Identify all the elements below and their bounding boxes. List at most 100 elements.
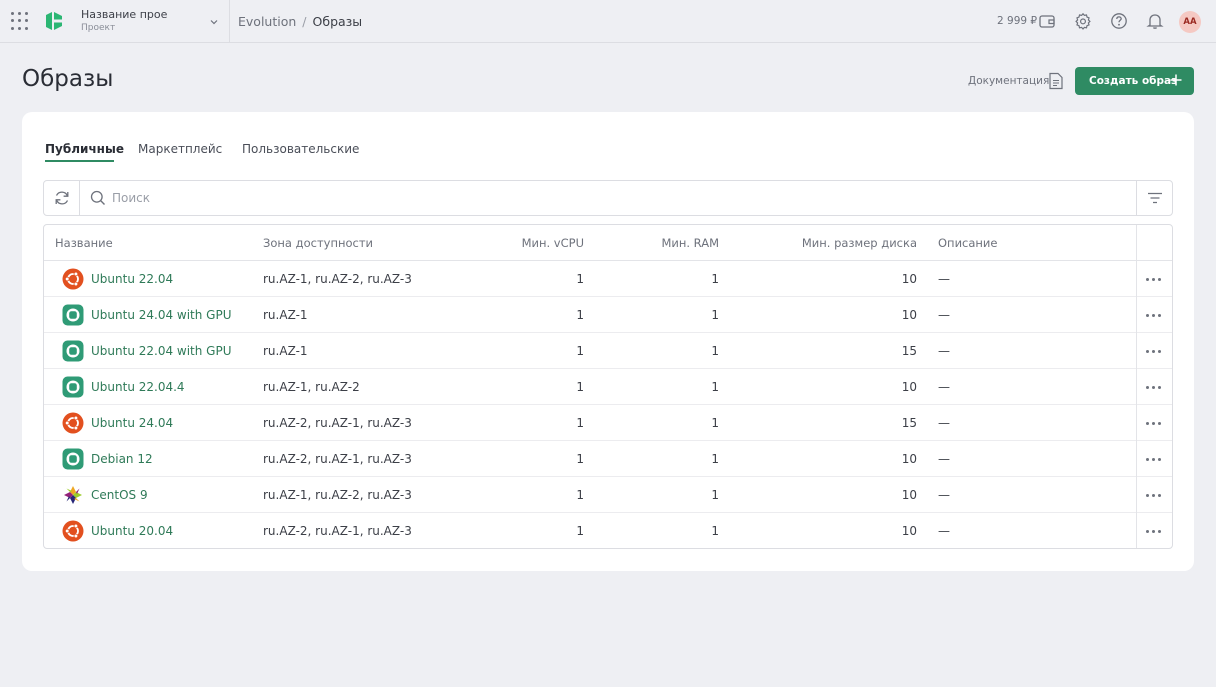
wallet-icon[interactable] [1038,12,1056,30]
table-row[interactable]: CentOS 9 ru.AZ-1, ru.AZ-2, ru.AZ-3 1 1 10 — [44,477,1172,513]
availability-zone: ru.AZ-2, ru.AZ-1, ru.AZ-3 [263,524,412,538]
apps-grid-icon[interactable] [8,10,30,32]
image-name-link[interactable]: Ubuntu 22.04 [91,272,173,286]
min-vcpu: 1 [576,308,584,322]
documentation-link[interactable]: Документация [968,75,1049,87]
image-name-link[interactable]: Ubuntu 20.04 [91,524,173,538]
help-icon[interactable] [1110,12,1128,30]
breadcrumb: Evolution / Образы [238,14,362,29]
table-header: Название Зона доступности Мин. vCPU Мин.… [44,225,1172,261]
image-name-link[interactable]: Debian 12 [91,452,153,466]
column-header-vcpu[interactable]: Мин. vCPU [522,236,584,250]
availability-zone: ru.AZ-2, ru.AZ-1, ru.AZ-3 [263,452,412,466]
description: — [938,488,950,502]
logo-icon[interactable] [43,10,65,32]
document-icon[interactable] [1048,72,1064,90]
min-disk: 10 [901,524,917,538]
description: — [938,452,950,466]
min-ram: 1 [711,272,719,286]
project-selector[interactable]: Название прое Проект [73,0,230,42]
create-image-label: Создать образ [1089,75,1178,87]
column-header-zone[interactable]: Зона доступности [263,236,373,250]
gear-icon[interactable] [1074,12,1092,30]
chevron-down-icon [210,20,218,25]
column-header-description[interactable]: Описание [938,236,997,250]
breadcrumb-current: Образы [312,14,363,29]
table-row[interactable]: Ubuntu 24.04 ru.AZ-2, ru.AZ-1, ru.AZ-3 1 1 1… [44,405,1172,441]
ubuntu-icon [62,268,84,290]
min-disk: 10 [901,380,917,394]
description: — [938,380,950,394]
active-tab-indicator [45,160,114,162]
table-row[interactable]: Ubuntu 20.04 ru.AZ-2, ru.AZ-1, ru.AZ-3 1 1 1… [44,513,1172,548]
availability-zone: ru.AZ-1, ru.AZ-2 [263,380,360,394]
balance-amount[interactable]: 2 999 ₽ [997,15,1037,27]
min-vcpu: 1 [576,488,584,502]
min-ram: 1 [711,380,719,394]
bell-icon[interactable] [1146,12,1164,30]
image-name-link[interactable]: CentOS 9 [91,488,148,502]
refresh-icon [55,191,69,205]
min-vcpu: 1 [576,344,584,358]
image-name-link[interactable]: Ubuntu 24.04 with GPU [91,308,232,322]
generic-os-icon [62,304,84,326]
table-row[interactable]: Debian 12 ru.AZ-2, ru.AZ-1, ru.AZ-3 1 1 10 — [44,441,1172,477]
column-header-name[interactable]: Название [55,236,113,250]
table-row[interactable]: Ubuntu 22.04 ru.AZ-1, ru.AZ-2, ru.AZ-3 1 1 1… [44,261,1172,297]
table-row[interactable]: Ubuntu 24.04 with GPU ru.AZ-1 1 1 10 — [44,297,1172,333]
generic-os-icon [62,376,84,398]
project-name: Название прое [81,8,168,21]
description: — [938,524,950,538]
min-ram: 1 [711,452,719,466]
min-disk: 10 [901,488,917,502]
tab-custom[interactable]: Пользовательские [242,142,359,156]
breadcrumb-separator: / [302,14,307,29]
min-vcpu: 1 [576,380,584,394]
availability-zone: ru.AZ-1 [263,308,308,322]
avatar[interactable]: АА [1179,11,1201,33]
availability-zone: ru.AZ-2, ru.AZ-1, ru.AZ-3 [263,416,412,430]
breadcrumb-root[interactable]: Evolution [238,14,296,29]
image-name-link[interactable]: Ubuntu 22.04.4 [91,380,185,394]
min-vcpu: 1 [576,452,584,466]
min-ram: 1 [711,344,719,358]
table-row[interactable]: Ubuntu 22.04 with GPU ru.AZ-1 1 1 15 — [44,333,1172,369]
plus-icon [1170,74,1182,86]
refresh-button[interactable] [44,181,80,215]
image-name-link[interactable]: Ubuntu 22.04 with GPU [91,344,232,358]
actions-column [1136,225,1172,548]
images-card: Публичные Маркетплейс Пользовательские Н [22,112,1194,571]
tab-public[interactable]: Публичные [45,142,124,156]
column-header-ram[interactable]: Мин. RAM [661,236,719,250]
filter-button[interactable] [1136,181,1172,215]
project-type: Проект [81,23,116,33]
column-header-disk[interactable]: Мин. размер диска [802,236,917,250]
filter-icon [1148,192,1162,204]
create-image-button[interactable]: Создать образ [1075,67,1194,95]
ubuntu-icon [62,520,84,542]
min-vcpu: 1 [576,524,584,538]
search-icon [90,190,105,205]
description: — [938,416,950,430]
top-bar: Название прое Проект Evolution / Образы 2 … [0,0,1216,43]
tab-marketplace[interactable]: Маркетплейс [138,142,222,156]
availability-zone: ru.AZ-1 [263,344,308,358]
generic-os-icon [62,340,84,362]
min-disk: 15 [901,344,917,358]
min-vcpu: 1 [576,416,584,430]
page-title: Образы [22,66,114,92]
images-table: Название Зона доступности Мин. vCPU Мин.… [43,224,1173,549]
availability-zone: ru.AZ-1, ru.AZ-2, ru.AZ-3 [263,488,412,502]
min-ram: 1 [711,524,719,538]
search-input[interactable] [112,188,712,208]
min-ram: 1 [711,308,719,322]
min-disk: 10 [901,452,917,466]
min-disk: 10 [901,272,917,286]
table-toolbar [43,180,1173,216]
ubuntu-icon [62,412,84,434]
generic-os-icon [62,448,84,470]
min-disk: 15 [901,416,917,430]
description: — [938,308,950,322]
image-name-link[interactable]: Ubuntu 24.04 [91,416,173,430]
table-row[interactable]: Ubuntu 22.04.4 ru.AZ-1, ru.AZ-2 1 1 10 — [44,369,1172,405]
